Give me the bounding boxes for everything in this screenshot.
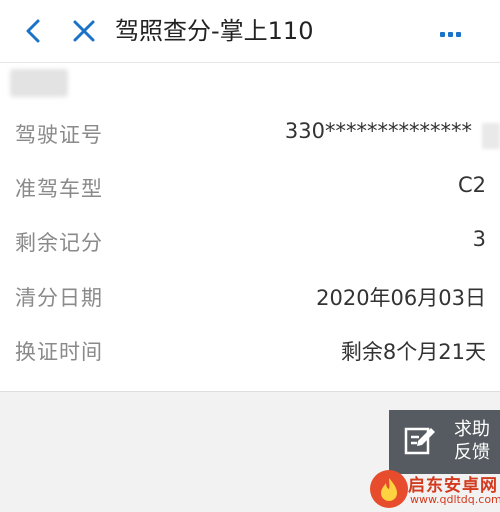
more-dots-icon [440, 32, 445, 37]
help-feedback-button[interactable]: 求助 反馈 [389, 410, 500, 474]
close-x-icon [73, 20, 95, 42]
info-row-clear-date: 清分日期 2020年06月03日 [0, 270, 500, 324]
info-row-renewal-time: 换证时间 剩余8个月21天 [0, 324, 500, 378]
watermark: 启东安卓网 www.qdltdq.com [370, 470, 500, 509]
row-label: 驾驶证号 [15, 123, 103, 147]
watermark-logo [370, 470, 408, 508]
info-row-license-number: 驾驶证号 330************** [0, 107, 500, 161]
help-feedback-label: 求助 反馈 [449, 418, 495, 464]
more-dot [448, 32, 453, 37]
info-row-vehicle-class: 准驾车型 C2 [0, 161, 500, 215]
back-chevron-icon [26, 19, 40, 43]
row-label: 剩余记分 [15, 231, 103, 255]
flame-logo-icon [381, 478, 397, 501]
more-button[interactable] [440, 22, 480, 38]
blurred-name [10, 69, 68, 97]
watermark-url: www.qdltdq.com [410, 493, 500, 506]
license-info-card: 驾驶证号 330************** 准驾车型 C2 剩余记分 3 清分… [0, 63, 500, 392]
row-label: 准驾车型 [15, 177, 103, 201]
help-line-2: 反馈 [454, 442, 490, 463]
page-title: 驾照查分-掌上110 [115, 17, 314, 45]
edit-feedback-icon [404, 427, 435, 455]
row-value: C2 [457, 173, 486, 197]
row-value: 3 [472, 227, 486, 251]
row-value: 2020年06月03日 [316, 286, 486, 310]
back-button[interactable] [18, 15, 48, 47]
more-dot [456, 32, 461, 37]
close-button[interactable] [68, 15, 100, 47]
row-label: 清分日期 [15, 286, 103, 310]
row-value: 剩余8个月21天 [340, 340, 486, 364]
info-row-remaining-points: 剩余记分 3 [0, 215, 500, 269]
row-label: 换证时间 [15, 340, 103, 364]
blurred-digits [482, 123, 500, 149]
app-header: 驾照查分-掌上110 [0, 0, 500, 63]
row-value: 330************** [284, 119, 472, 143]
help-line-1: 求助 [454, 419, 490, 440]
